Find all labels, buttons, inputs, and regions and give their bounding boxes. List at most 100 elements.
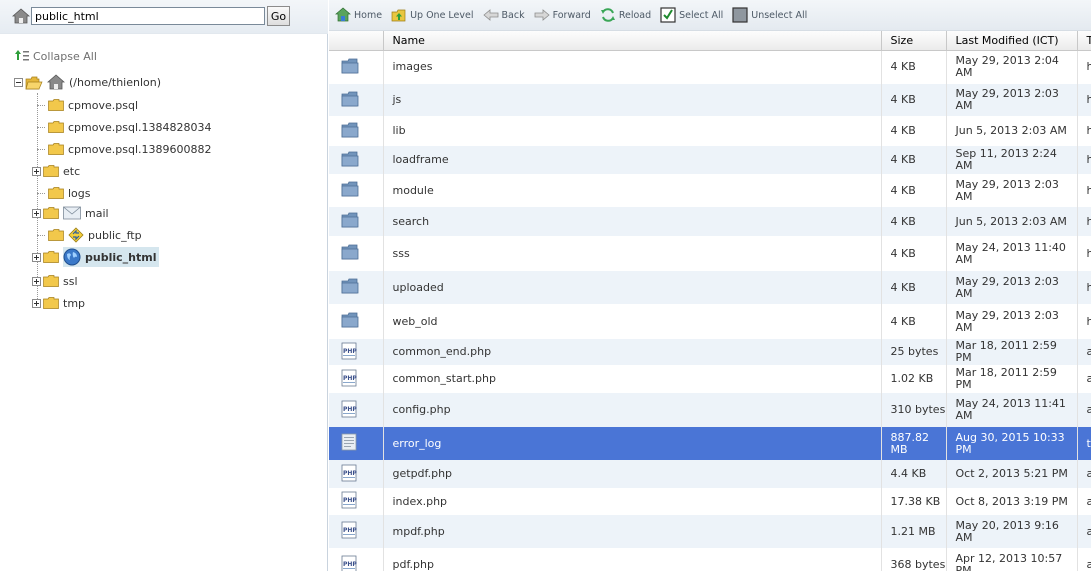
file-row[interactable]: PHP pdf.php 368 bytes Apr 12, 2013 10:57 PM… [329,548,1091,571]
file-modified: May 29, 2013 2:03 AM [946,174,1078,207]
file-icon-cell[interactable]: PHP [329,488,384,515]
home-button[interactable]: Home [335,7,382,23]
column-header-icon [329,31,384,51]
tree-item-mail[interactable]: mail [32,204,112,222]
file-row[interactable]: PHP config.php 310 bytes May 24, 2013 11:41… [329,393,1091,427]
column-header-name[interactable]: Name [383,31,882,51]
tree-item-label-wrap: mail [63,205,112,221]
file-icon-cell[interactable] [329,207,384,236]
file-icon-cell[interactable] [329,236,384,271]
file-icon-cell[interactable]: PHP [329,339,384,365]
expand-toggle-icon[interactable] [32,298,41,308]
file-name[interactable]: loadframe [383,146,882,174]
file-icon-cell[interactable]: PHP [329,548,384,571]
collapse-toggle-icon[interactable] [14,77,23,87]
tree-connector [37,192,45,194]
file-name[interactable]: common_end.php [383,339,882,365]
file-row[interactable]: PHP mpdf.php1.21 MBMay 20, 2013 9:16 AMa [329,515,1091,548]
file-name[interactable]: search [383,207,882,236]
go-button[interactable]: Go [267,6,290,26]
tree-root[interactable]: (/home/thienlon) [14,73,161,91]
tree-item-ssl[interactable]: ssl [32,272,81,290]
file-row[interactable]: images4 KBMay 29, 2013 2:04 AMh [329,50,1091,84]
expand-toggle-icon[interactable] [32,252,41,262]
expand-toggle-icon[interactable] [32,166,41,176]
home-icon[interactable] [11,8,31,24]
tree-item-cpmove-psql-1384828034[interactable]: cpmove.psql.1384828034 [37,118,214,136]
file-icon-cell[interactable] [329,50,384,84]
home-icon [335,7,351,23]
file-name[interactable]: js [383,84,882,116]
file-icon-cell[interactable]: PHP [329,460,384,488]
tree-item-label-wrap: cpmove.psql [68,98,141,113]
forward-button[interactable]: Forward [534,7,591,23]
file-row[interactable]: sss4 KBMay 24, 2013 11:40 AMh [329,236,1091,271]
file-name[interactable]: uploaded [383,271,882,304]
file-name[interactable]: common_start.php [383,365,882,393]
tree-item-logs[interactable]: logs [37,184,94,202]
file-modified: Jun 5, 2013 2:03 AM [946,116,1078,146]
file-icon-cell[interactable] [329,174,384,207]
file-row[interactable]: PHP common_start.php 1.02 KB Mar 18, 2011 2… [329,365,1091,393]
file-name[interactable]: config.php [383,393,882,427]
reload-button[interactable]: Reload [600,7,651,23]
file-row[interactable]: js4 KBMay 29, 2013 2:03 AMh [329,84,1091,116]
tree-root-label: (/home/thienlon) [69,75,162,89]
file-row[interactable]: PHP index.php17.38 KBOct 8, 2013 3:19 PMa [329,488,1091,515]
file-name[interactable]: mpdf.php [383,515,882,548]
expand-toggle-icon[interactable] [32,276,41,286]
file-icon-cell[interactable]: PHP [329,515,384,548]
tree-item-cpmove-psql-1389600882[interactable]: cpmove.psql.1389600882 [37,140,214,158]
file-name[interactable]: error_log [383,427,882,460]
file-icon-cell[interactable] [329,271,384,304]
file-icon-cell[interactable]: PHP [329,365,384,393]
file-name[interactable]: module [383,174,882,207]
file-name[interactable]: lib [383,116,882,146]
folder-icon [341,122,359,141]
file-row[interactable]: PHP common_end.php 25 bytes Mar 18, 2011 2:… [329,339,1091,365]
file-icon-cell[interactable] [329,427,384,460]
unselect-all-button[interactable]: Unselect All [732,7,807,23]
folder-icon [341,151,359,170]
path-input[interactable] [31,7,265,25]
file-row[interactable]: module4 KBMay 29, 2013 2:03 AMh [329,174,1091,207]
tree-item-label: cpmove.psql.1384828034 [68,120,212,134]
file-icon-cell[interactable] [329,304,384,339]
file-name[interactable]: getpdf.php [383,460,882,488]
file-icon-cell[interactable] [329,146,384,174]
expand-toggle-icon[interactable] [32,208,41,218]
column-header-type[interactable]: T [1077,31,1091,51]
folder-icon [341,91,359,110]
tree-item-tmp[interactable]: tmp [32,294,88,312]
file-icon-cell[interactable] [329,84,384,116]
file-icon-cell[interactable]: PHP [329,393,384,427]
back-button[interactable]: Back [482,7,525,23]
file-row[interactable]: lib4 KBJun 5, 2013 2:03 AMh [329,116,1091,146]
file-row[interactable]: loadframe4 KBSep 11, 2013 2:24 AMh [329,146,1091,174]
file-row[interactable]: error_log 887.82 MB Aug 30, 2015 10:33 PM t [329,427,1091,460]
tree-connector [37,234,45,236]
tree-item-cpmove-psql[interactable]: cpmove.psql [37,96,141,114]
select-all-button[interactable]: Select All [660,7,723,23]
tree-item-public-html[interactable]: public_html [32,247,160,267]
file-icon-cell[interactable] [329,116,384,146]
file-name[interactable]: images [383,50,882,84]
file-row[interactable]: PHP getpdf.php4.4 KBOct 2, 2013 5:21 PMa [329,460,1091,488]
file-row[interactable]: uploaded4 KBMay 29, 2013 2:03 AMh [329,271,1091,304]
file-name[interactable]: sss [383,236,882,271]
collapse-all-button[interactable]: Collapse All [14,49,97,63]
reload-icon [600,7,616,23]
file-row[interactable]: web_old4 KBMay 29, 2013 2:03 AMh [329,304,1091,339]
file-name[interactable]: pdf.php [383,548,882,571]
tree-item-etc[interactable]: etc [32,162,83,180]
tree-item-public-ftp[interactable]: public_ftp [37,226,145,244]
up-one-level-button[interactable]: Up One Level [391,7,474,23]
file-name[interactable]: index.php [383,488,882,515]
column-header-size[interactable]: Size [881,31,947,51]
file-size: 4.4 KB [881,460,947,488]
column-header-modified[interactable]: Last Modified (ICT) [946,31,1078,51]
svg-text:PHP: PHP [343,561,357,568]
file-name[interactable]: web_old [383,304,882,339]
svg-text:PHP: PHP [343,348,357,355]
file-row[interactable]: search4 KBJun 5, 2013 2:03 AMh [329,207,1091,236]
